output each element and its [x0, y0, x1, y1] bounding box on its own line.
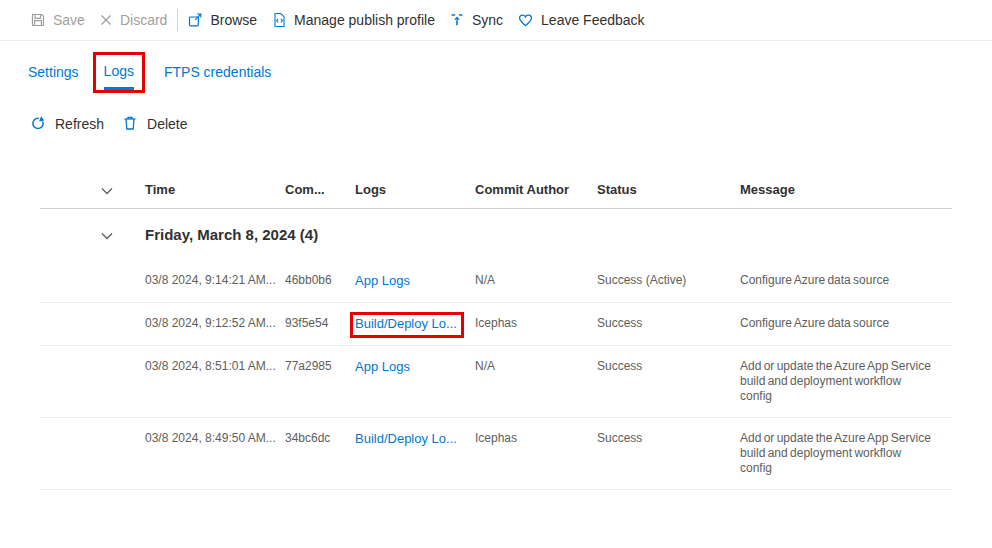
cell-status: Success — [597, 359, 740, 374]
table-header-row: Time Com... Logs Commit Author Status Me… — [40, 171, 952, 209]
browse-button[interactable]: Browse — [187, 12, 257, 28]
discard-label: Discard — [120, 12, 167, 28]
sync-label: Sync — [472, 12, 503, 28]
cell-commit-author: N/A — [475, 273, 597, 288]
browse-icon — [187, 12, 203, 28]
group-header-row: Friday, March 8, 2024 (4) — [40, 209, 952, 260]
tab-settings[interactable]: Settings — [28, 64, 79, 80]
leave-feedback-label: Leave Feedback — [541, 12, 645, 28]
app-logs-link[interactable]: App Logs — [355, 359, 410, 374]
delete-icon — [122, 115, 138, 134]
table-row[interactable]: 03/8 2024, 9:14:21 AM... 46bb0b6 App Log… — [40, 260, 952, 303]
table-action-bar: Refresh Delete — [30, 110, 206, 138]
column-header-status[interactable]: Status — [597, 182, 740, 197]
heart-icon — [517, 12, 534, 28]
tab-bar: Settings Logs FTPS credentials — [28, 44, 271, 100]
group-collapse-chevron[interactable] — [40, 226, 145, 244]
sync-icon — [449, 12, 465, 28]
deployment-logs-table: Time Com... Logs Commit Author Status Me… — [40, 171, 952, 490]
table-row[interactable]: 03/8 2024, 9:12:52 AM... 93f5e54 Build/D… — [40, 303, 952, 346]
cell-message: Configure Azure data source — [740, 273, 942, 288]
build-deploy-logs-link[interactable]: Build/Deploy Lo... — [355, 316, 457, 331]
cell-commit: 46bb0b6 — [285, 273, 355, 288]
delete-button[interactable]: Delete — [122, 115, 187, 134]
cell-commit-author: Icephas — [475, 431, 597, 446]
table-row[interactable]: 03/8 2024, 8:49:50 AM... 34bc6dc Build/D… — [40, 418, 952, 490]
cell-commit-author: Icephas — [475, 316, 597, 331]
cell-status: Success (Active) — [597, 273, 740, 288]
cell-message: Configure Azure data source — [740, 316, 942, 331]
deployment-center-logs-page: Save Discard Browse Manage publish profi… — [0, 0, 992, 548]
save-label: Save — [53, 12, 85, 28]
command-bar: Save Discard Browse Manage publish profi… — [0, 0, 992, 41]
column-header-logs[interactable]: Logs — [355, 182, 475, 197]
tab-ftps-credentials[interactable]: FTPS credentials — [164, 64, 271, 80]
cell-time: 03/8 2024, 9:14:21 AM... — [145, 273, 285, 288]
refresh-label: Refresh — [55, 116, 104, 132]
column-header-commit-author[interactable]: Commit Author — [475, 182, 597, 197]
cell-time: 03/8 2024, 8:49:50 AM... — [145, 431, 285, 446]
cell-status: Success — [597, 431, 740, 446]
leave-feedback-button[interactable]: Leave Feedback — [517, 12, 645, 28]
cell-time: 03/8 2024, 8:51:01 AM... — [145, 359, 285, 374]
group-header-label: Friday, March 8, 2024 (4) — [145, 226, 952, 243]
discard-icon — [99, 13, 113, 27]
column-header-time[interactable]: Time — [145, 182, 285, 197]
browse-label: Browse — [210, 12, 257, 28]
save-button[interactable]: Save — [30, 12, 85, 28]
build-deploy-logs-annotation-box: Build/Deploy Lo... — [350, 312, 464, 338]
table-row[interactable]: 03/8 2024, 8:51:01 AM... 77a2985 App Log… — [40, 346, 952, 418]
build-deploy-logs-link[interactable]: Build/Deploy Lo... — [355, 431, 457, 446]
toolbar-separator — [177, 9, 178, 31]
selected-tab-underline — [104, 87, 134, 90]
logs-tab-annotation-box: Logs — [93, 52, 145, 93]
delete-label: Delete — [147, 116, 187, 132]
cell-message: Add or update the Azure App Service buil… — [740, 431, 942, 476]
app-logs-link[interactable]: App Logs — [355, 273, 410, 288]
cell-commit: 34bc6dc — [285, 431, 355, 446]
column-header-commit[interactable]: Com... — [285, 182, 355, 197]
cell-commit: 77a2985 — [285, 359, 355, 374]
cell-time: 03/8 2024, 9:12:52 AM... — [145, 316, 285, 331]
discard-button[interactable]: Discard — [99, 12, 167, 28]
manage-publish-profile-button[interactable]: Manage publish profile — [271, 12, 435, 28]
save-icon — [30, 12, 46, 28]
manage-publish-profile-label: Manage publish profile — [294, 12, 435, 28]
cell-commit: 93f5e54 — [285, 316, 355, 331]
header-collapse-chevron[interactable] — [40, 181, 145, 199]
cell-message: Add or update the Azure App Service buil… — [740, 359, 942, 404]
column-header-message[interactable]: Message — [740, 182, 952, 197]
refresh-icon — [30, 115, 46, 134]
publish-profile-icon — [271, 12, 287, 28]
sync-button[interactable]: Sync — [449, 12, 503, 28]
cell-status: Success — [597, 316, 740, 331]
cell-commit-author: N/A — [475, 359, 597, 374]
tab-logs[interactable]: Logs — [104, 63, 134, 79]
refresh-button[interactable]: Refresh — [30, 115, 104, 134]
